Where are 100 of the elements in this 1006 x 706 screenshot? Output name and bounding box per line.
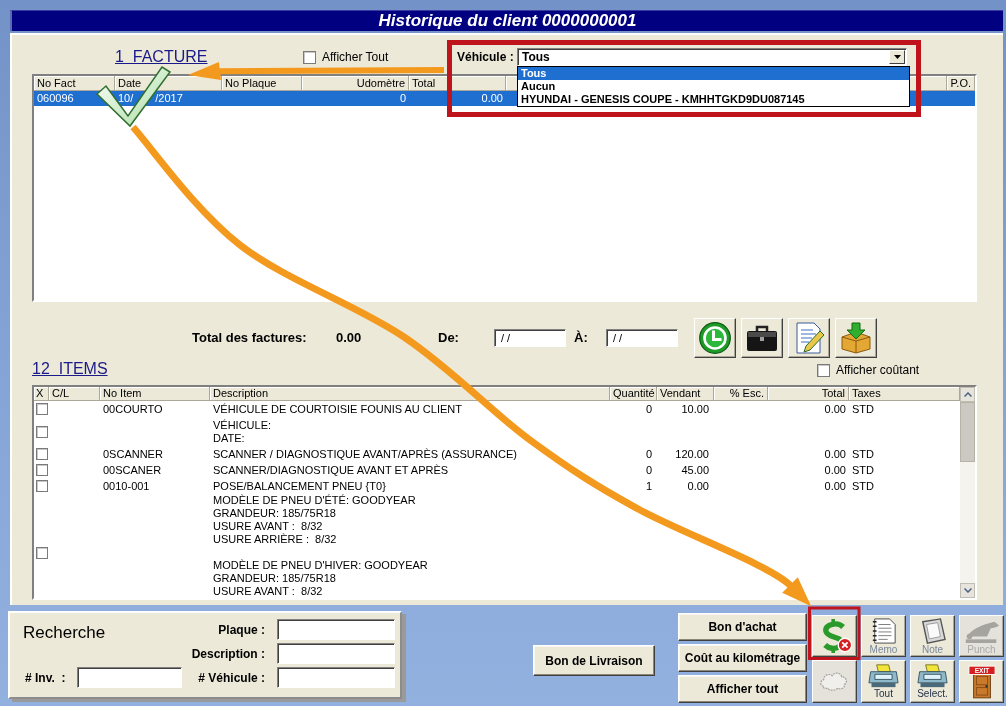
notepad-icon: [870, 617, 897, 644]
table-cell: POSE/BALANCEMENT PNEU {T0}: [213, 479, 386, 493]
column-header[interactable]: Total: [821, 387, 845, 399]
table-cell: 0: [399, 92, 406, 104]
checkbox-label: Afficher Tout: [322, 50, 389, 64]
total-label: Total des factures:: [192, 330, 307, 345]
column-header[interactable]: Udomètre: [356, 77, 405, 89]
clock-icon: [699, 321, 731, 354]
checkbox[interactable]: [36, 425, 48, 438]
scroll-down-button[interactable]: [960, 583, 975, 598]
field-label: Description :: [191, 646, 265, 661]
section-heading[interactable]: 12 ITEMS: [32, 360, 108, 377]
table-cell: 0SCANNER: [103, 447, 163, 460]
search-title: Recherche: [23, 623, 106, 643]
briefcase-button[interactable]: [741, 317, 783, 358]
highlight-frame: [808, 606, 861, 660]
caret-icon: [893, 55, 901, 59]
action-button[interactable]: Bon d'achat: [678, 613, 807, 641]
dropdown-option[interactable]: Aucun: [518, 80, 909, 93]
field-label: Plaque :: [218, 622, 265, 637]
column-header[interactable]: Quantité: [613, 387, 655, 399]
date-label: À:: [574, 330, 588, 345]
checkbox[interactable]: [36, 464, 48, 476]
table-cell: STD: [852, 447, 874, 460]
table-cell: MODÈLE DE PNEU D'HIVER: GOODYEAR GRANDEUR: 185/75R18 USURE AVANT : 8/32: [213, 559, 428, 598]
table-cell: 45.00: [681, 463, 709, 476]
total-value: 0.00: [336, 330, 362, 345]
table-cell: 10.00: [681, 402, 709, 415]
checkbox[interactable]: [36, 448, 48, 460]
document-pencil-icon: [793, 321, 825, 354]
table-cell: VÉHICULE DE COURTOISIE FOUNIS AU CLIENT: [213, 402, 462, 416]
table-cell: 0: [645, 463, 652, 476]
checkbox[interactable]: [36, 480, 48, 492]
column-header[interactable]: No Fact: [37, 77, 76, 89]
column-header[interactable]: Vendant: [660, 387, 701, 399]
section-heading[interactable]: 1 FACTURE: [115, 48, 208, 65]
table-cell: 0010-001: [103, 479, 150, 492]
table-cell: 0.00: [824, 447, 846, 460]
table-cell: 060096: [37, 92, 74, 104]
dropdown-option[interactable]: HYUNDAI - GENESIS COUPE - KMHHTGKD9DU087145: [518, 93, 909, 106]
table-cell: 10/: [118, 92, 134, 104]
delivery-note-button[interactable]: Bon de Livraison: [533, 645, 655, 676]
input-field[interactable]: [277, 667, 395, 688]
column-header[interactable]: X: [36, 387, 44, 399]
printer-icon: [868, 664, 899, 688]
table-cell: SCANNER / DIAGNOSTIQUE AVANT/APRÈS (ASSURANCE): [213, 447, 517, 461]
table-cell: 0.00: [481, 92, 503, 104]
package-button[interactable]: [835, 317, 877, 358]
action-button[interactable]: Coût au kilométrage: [678, 644, 807, 672]
table-cell: /2017: [155, 92, 183, 104]
table-cell: STD: [852, 479, 874, 492]
checkbox[interactable]: [36, 546, 48, 559]
note-icon: [919, 617, 946, 644]
box-download-icon: [840, 321, 872, 354]
table-cell: STD: [852, 402, 874, 415]
table-cell: 0.00: [824, 402, 846, 415]
column-header[interactable]: % Esc.: [729, 387, 764, 399]
print-button[interactable]: Tout: [861, 660, 906, 703]
column-header[interactable]: P.O.: [950, 77, 971, 89]
checkbox-label: Afficher coûtant: [836, 363, 920, 377]
checkbox[interactable]: [303, 50, 316, 64]
payment-cancel-button[interactable]: [812, 615, 857, 657]
checkbox[interactable]: [36, 403, 48, 415]
column-header[interactable]: Total: [412, 77, 436, 89]
table-cell: 00COURTO: [103, 402, 163, 415]
edit-document-button[interactable]: [788, 317, 830, 358]
column-header[interactable]: Date: [118, 77, 142, 89]
table-cell: 0.00: [687, 479, 709, 492]
field-label: Véhicule :: [457, 50, 514, 64]
chevron-down-icon: [963, 588, 972, 593]
table-cell: 00SCANER: [103, 463, 162, 476]
column-header[interactable]: No Item: [103, 387, 142, 399]
printer-icon: [917, 664, 948, 688]
print-button[interactable]: Select.: [910, 660, 955, 703]
column-header[interactable]: Description: [213, 387, 269, 399]
table-cell: 0: [645, 402, 652, 415]
table-cell: MODÈLE DE PNEU D'ÉTÉ: GOODYEAR GRANDEUR: 185/75R18 USURE AVANT : 8/32 USURE ARRIÈRE : 8/32: [213, 494, 416, 546]
action-button[interactable]: Afficher tout: [678, 675, 807, 703]
date-label: De:: [438, 330, 459, 345]
table-cell: 1: [645, 479, 652, 492]
scrollbar-thumb[interactable]: [960, 402, 975, 462]
dropdown-option[interactable]: Tous: [518, 67, 909, 80]
scrollbar[interactable]: [960, 387, 975, 598]
table-cell: 0.00: [824, 479, 846, 492]
clock-button[interactable]: [694, 317, 736, 358]
column-header[interactable]: Taxes: [852, 387, 881, 399]
date-field[interactable]: / /: [606, 328, 678, 347]
input-field[interactable]: [77, 667, 182, 688]
column-header[interactable]: C/L: [52, 387, 70, 399]
dropdown-button[interactable]: [889, 50, 905, 64]
table-cell: VÉHICULE: DATE:: [213, 418, 272, 445]
checkbox[interactable]: [817, 363, 830, 377]
column-header[interactable]: No Plaque: [225, 77, 277, 89]
scroll-up-button[interactable]: [960, 387, 975, 402]
table-cell: SCANNER/DIAGNOSTIQUE AVANT ET APRÈS: [213, 463, 449, 477]
input-field[interactable]: [277, 619, 395, 640]
date-field[interactable]: / /: [494, 328, 566, 347]
input-field[interactable]: [277, 643, 395, 664]
table-cell: 0.00: [824, 463, 846, 476]
title-bar: Historique du client 0000000001: [10, 10, 1003, 31]
